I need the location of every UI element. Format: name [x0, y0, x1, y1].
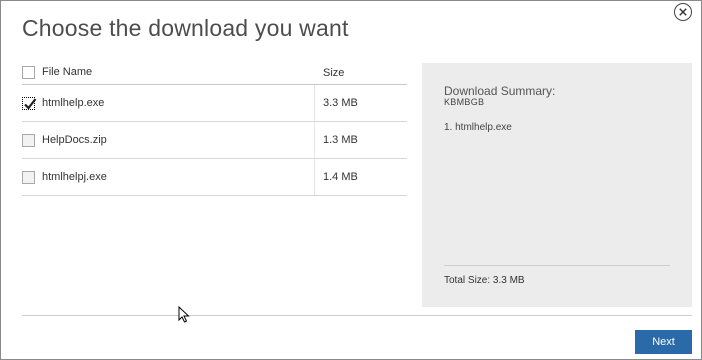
file-size: 3.3 MB — [323, 97, 358, 109]
file-name: HelpDocs.zip — [42, 134, 107, 146]
column-divider — [314, 122, 315, 158]
column-divider — [314, 159, 315, 195]
header-size: Size — [323, 67, 345, 79]
summary-item: 1. htmlhelp.exe — [444, 122, 512, 133]
mouse-cursor-icon — [178, 306, 190, 323]
table-row[interactable]: HelpDocs.zip 1.3 MB — [22, 122, 407, 159]
row-checkbox[interactable] — [22, 134, 35, 147]
file-name: htmlhelp.exe — [42, 97, 105, 109]
header-file-name: File Name — [42, 66, 93, 78]
next-button[interactable]: Next — [635, 330, 692, 354]
row-checkbox[interactable] — [22, 97, 37, 110]
summary-title: Download Summary: — [444, 84, 556, 98]
file-name: htmlhelpj.exe — [42, 171, 107, 183]
table-header: File Name Size — [22, 61, 407, 85]
summary-total: Total Size: 3.3 MB — [444, 275, 525, 286]
close-button[interactable] — [674, 3, 692, 21]
table-row[interactable]: htmlhelp.exe 3.3 MB — [22, 85, 407, 122]
file-table: File Name Size htmlhelp.exe 3.3 MB HelpD… — [22, 61, 407, 196]
summary-divider — [444, 265, 670, 266]
download-summary-panel: Download Summary: KBMBGB 1. htmlhelp.exe… — [422, 63, 692, 307]
file-size: 1.3 MB — [323, 134, 358, 146]
close-icon — [679, 8, 687, 16]
column-divider — [314, 85, 315, 121]
file-size: 1.4 MB — [323, 171, 358, 183]
row-checkbox[interactable] — [22, 171, 35, 184]
select-all-checkbox[interactable] — [22, 66, 35, 79]
download-dialog: Choose the download you want File Name S… — [0, 0, 702, 360]
table-row[interactable]: htmlhelpj.exe 1.4 MB — [22, 159, 407, 196]
summary-code: KBMBGB — [444, 97, 485, 107]
footer-divider — [22, 315, 692, 316]
checkmark-icon — [24, 98, 37, 110]
dialog-title: Choose the download you want — [22, 15, 349, 41]
